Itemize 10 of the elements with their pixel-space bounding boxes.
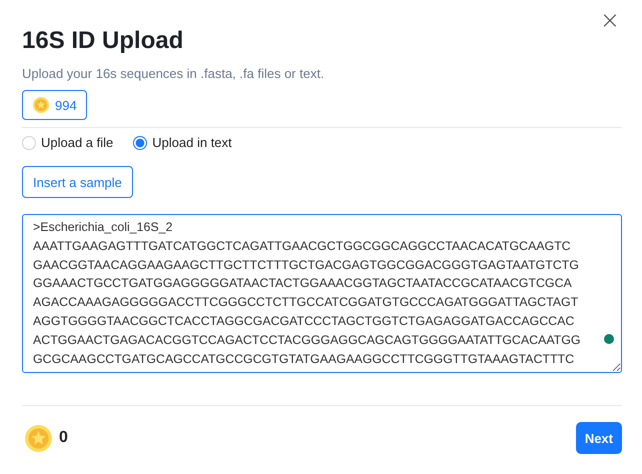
credits-count: 994 [55,98,77,112]
next-button[interactable]: Next [576,422,622,454]
radio-label[interactable]: Upload in text [152,135,232,150]
sequence-input[interactable]: >Escherichia_coli_16S_2 AAATTGAAGAGTTTGATCATGGCTCAGATTGAACGCTGGCGGCAGGCCTAACACATGCAAGTC GAACGGTAACAGGAAGAAGCTTGCTTCTTTGCTGACGAGTGGCGGACGGGTGAGTAATGTCTG GGAAACTGCCTGATGGAGGGGGATAACTACTGGAAACGGTAGCTAATACCGCATAACGTCGCA AGACCAAAGAGGGGGACCTTCGGGCCTCTTGCCATCGGATGTGCCCAGATGGGATTAGCTAGT AGGTGGGGTAACGGCTCACCTAGGCGACGATCCCTAGCTGGTCTGAGAGGATGACCAGCCAC ACTGGAACTGAGACACGGTCCAGACTCCTACGGGAGGCAGCAGTGGGGAATATTGCACAATGG GCGCAAGCCTGATGCAGCCATGCCGCGTGTATGAAGAAGGCCTTCGGGTTGTAAAGTACTTTC [22,214,622,373]
radio-label[interactable]: Upload a file [41,135,114,150]
dialog-title: 16S ID Upload [22,26,184,56]
cost-value: 0 [59,429,68,447]
close-button[interactable]: × [596,8,624,32]
dialog-subtitle: Upload your 16s sequences in .fasta, .fa files or text. [22,66,326,82]
insert-sample-button[interactable]: Insert a sample [22,166,133,198]
